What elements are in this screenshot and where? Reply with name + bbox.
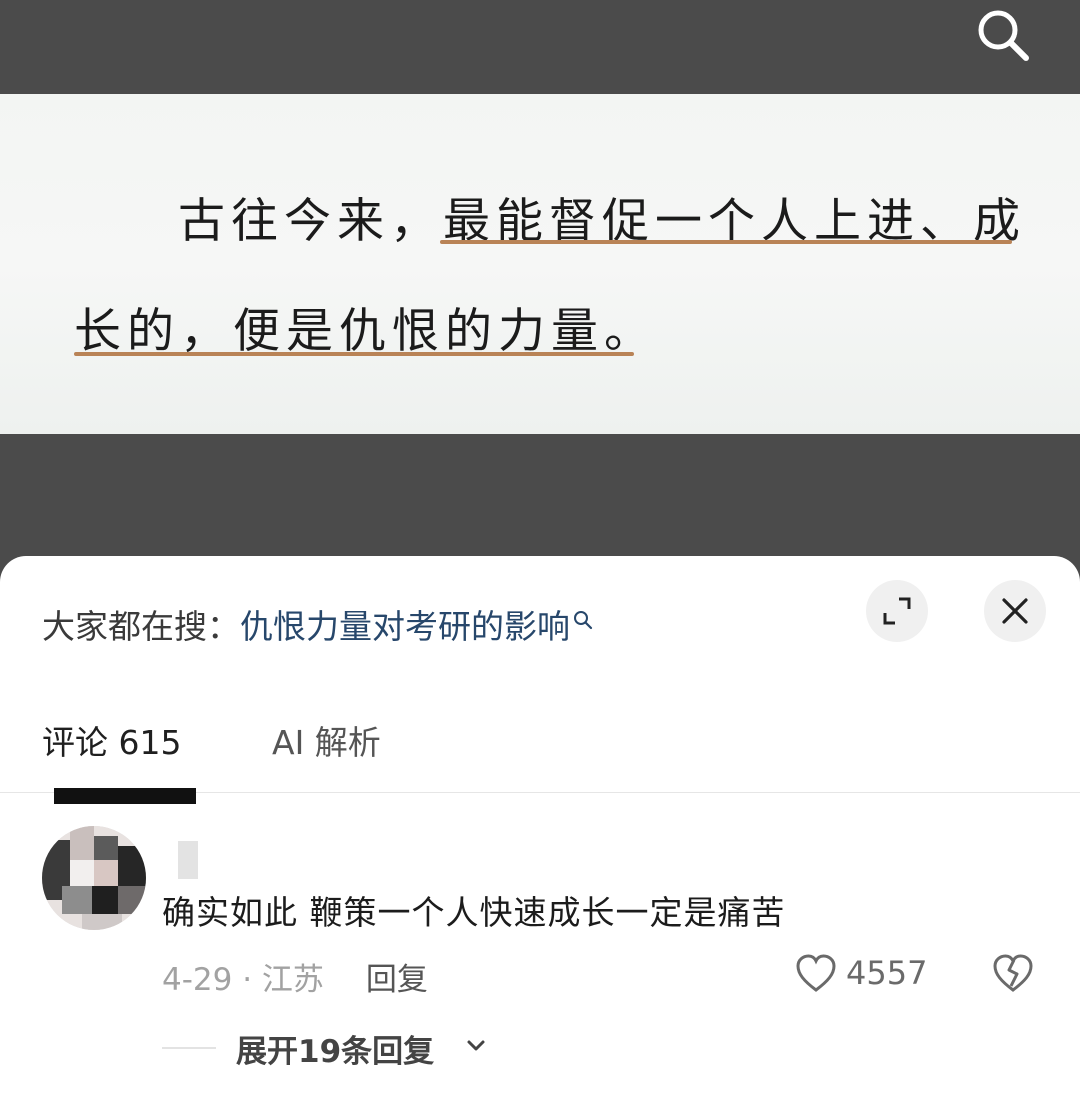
search-suggestion-prefix: 大家都在搜：	[42, 607, 240, 646]
heart-icon	[796, 954, 836, 992]
broken-heart-icon	[993, 954, 1033, 992]
tab-comments[interactable]: 评论 615	[42, 716, 181, 764]
search-suggestion-query[interactable]: 仇恨力量对考研的影响	[240, 607, 570, 646]
avatar[interactable]	[42, 826, 146, 930]
comment-panel: 大家都在搜：仇恨力量对考研的影响 评论 615 AI 解析 确实如此 鞭策一个人…	[0, 556, 1080, 1108]
dislike-button[interactable]	[990, 952, 1036, 996]
close-icon	[1002, 598, 1028, 624]
reply-button[interactable]: 回复	[366, 962, 428, 998]
comment-text: 确实如此 鞭策一个人快速成长一定是痛苦	[162, 893, 786, 932]
top-bar	[0, 0, 1080, 94]
close-button[interactable]	[984, 580, 1046, 642]
expand-replies-line	[162, 1047, 216, 1049]
background-gap	[0, 434, 1080, 558]
comment-date-location: 4-29 · 江苏	[162, 962, 324, 998]
expand-icon	[883, 597, 911, 625]
tab-ai-analysis[interactable]: AI 解析	[272, 716, 381, 764]
small-search-icon	[572, 600, 594, 639]
article-underline-2	[74, 352, 634, 356]
expand-button[interactable]	[866, 580, 928, 642]
redaction-bar	[54, 788, 196, 804]
chevron-down-icon	[467, 1040, 485, 1051]
search-suggestion[interactable]: 大家都在搜：仇恨力量对考研的影响	[42, 600, 594, 648]
article-line-2: 长的，便是仇恨的力量。	[74, 304, 657, 359]
like-count: 4557	[846, 954, 928, 992]
screen: 古往今来，最能督促一个人上进、成 长的，便是仇恨的力量。 大家都在搜：仇恨力量对…	[0, 0, 1080, 1108]
comment-meta: 4-29 · 江苏 回复	[162, 954, 428, 999]
search-icon	[978, 10, 1029, 61]
expand-replies-label: 展开19条回复	[236, 1034, 435, 1070]
username-redacted	[178, 841, 198, 879]
search-button[interactable]	[972, 2, 1036, 66]
article-image: 古往今来，最能督促一个人上进、成 长的，便是仇恨的力量。	[0, 94, 1080, 434]
article-underline-1	[440, 240, 1012, 244]
